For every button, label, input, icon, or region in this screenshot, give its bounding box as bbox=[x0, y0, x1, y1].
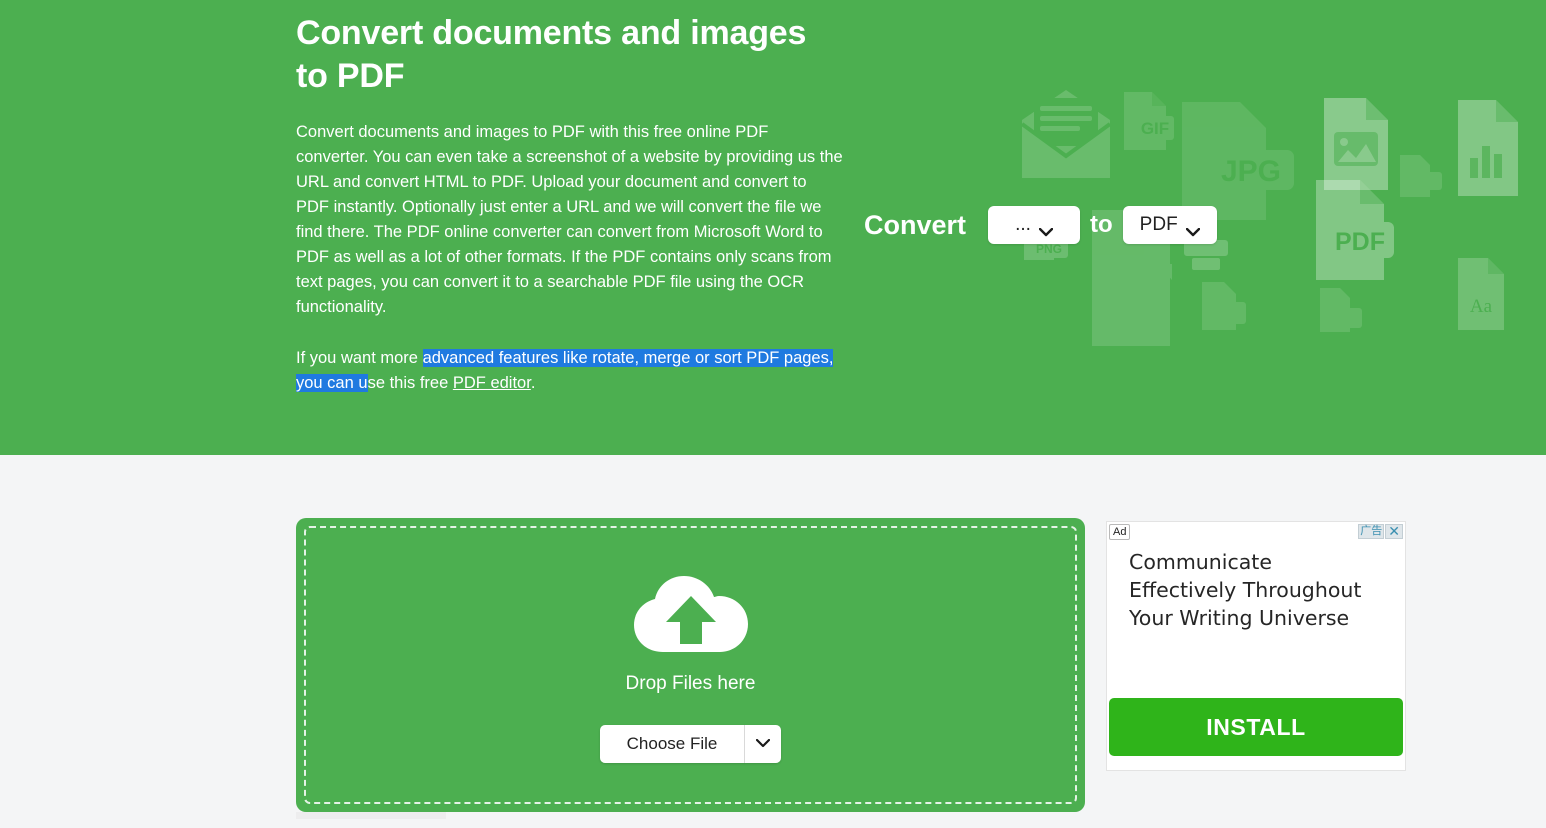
text-aa-file-icon: Aa bbox=[1458, 258, 1504, 330]
chart-file-icon bbox=[1458, 100, 1518, 196]
hero-inner: GIF JPG PNG PDF Aa Convert documents and… bbox=[0, 0, 1546, 455]
video-file-icon bbox=[1202, 282, 1246, 330]
chevron-down-icon bbox=[755, 735, 771, 753]
svg-text:Aa: Aa bbox=[1470, 296, 1493, 317]
envelope-icon bbox=[1020, 90, 1112, 178]
jpg-file-icon: JPG bbox=[1182, 102, 1294, 220]
image-file-icon bbox=[1324, 98, 1388, 190]
pdf-editor-link[interactable]: PDF editor bbox=[453, 374, 531, 392]
ad-badge[interactable]: Ad bbox=[1109, 524, 1131, 540]
doc-file-icon bbox=[1400, 155, 1442, 197]
convert-label: Convert bbox=[864, 209, 967, 240]
cloud-upload-icon bbox=[632, 575, 750, 661]
hero-text-pre: If you want more bbox=[296, 349, 423, 367]
hero-secondary-text: If you want more advanced features like … bbox=[296, 346, 844, 396]
convert-to-value: PDF bbox=[1139, 214, 1178, 235]
close-icon[interactable]: ✕ bbox=[1385, 524, 1403, 539]
svg-text:JPG: JPG bbox=[1221, 155, 1281, 188]
printer-icon bbox=[1184, 240, 1228, 270]
drop-files-label: Drop Files here bbox=[625, 672, 756, 694]
convert-to-select[interactable]: PDF bbox=[1122, 206, 1217, 244]
chevron-down-icon bbox=[1185, 221, 1200, 236]
doc2-file-icon bbox=[1320, 288, 1362, 332]
svg-text:GIF: GIF bbox=[1141, 119, 1169, 138]
pdf-file-icon: PDF bbox=[1316, 180, 1394, 280]
convert-from-select[interactable]: ... bbox=[988, 206, 1081, 244]
convert-widget: Convert ... to PDF bbox=[864, 206, 1217, 244]
page-title: Convert documents and images to PDF bbox=[296, 14, 807, 95]
advertisement-panel: Ad 广告 ✕ Communicate Effectively Througho… bbox=[1106, 521, 1406, 771]
choose-file-label[interactable]: Choose File bbox=[600, 725, 744, 763]
ad-controls: 广告 ✕ bbox=[1358, 524, 1403, 539]
hero-text-post: se this free bbox=[367, 374, 453, 392]
hero-copy: Convert documents and images to PDF Conv… bbox=[296, 12, 844, 396]
convert-from-value: ... bbox=[1015, 214, 1031, 235]
file-dropzone-inner: Drop Files here Choose File bbox=[304, 526, 1077, 804]
choose-file-dropdown-toggle[interactable] bbox=[745, 725, 781, 763]
svg-text:PNG: PNG bbox=[1036, 242, 1062, 256]
choose-file-button[interactable]: Choose File bbox=[600, 724, 781, 763]
file-dropzone[interactable]: Drop Files here Choose File bbox=[296, 518, 1085, 812]
hero-section: GIF JPG PNG PDF Aa Convert documents and… bbox=[0, 0, 1546, 455]
gif-file-icon: GIF bbox=[1124, 92, 1174, 150]
svg-text:PDF: PDF bbox=[1335, 228, 1385, 256]
footer-placeholder bbox=[296, 812, 446, 819]
main-content: Drop Files here Choose File Ad 广告 ✕ Comm… bbox=[0, 455, 1546, 819]
chevron-down-icon bbox=[1038, 221, 1054, 236]
hero-text-end: . bbox=[530, 374, 536, 392]
hero-description: Convert documents and images to PDF with… bbox=[296, 123, 843, 316]
convert-to-label: to bbox=[1090, 211, 1113, 238]
ad-info-badge[interactable]: 广告 bbox=[1358, 524, 1385, 539]
ad-install-button[interactable]: INSTALL bbox=[1109, 698, 1403, 756]
ad-headline: Communicate Effectively Throughout Your … bbox=[1129, 550, 1362, 630]
